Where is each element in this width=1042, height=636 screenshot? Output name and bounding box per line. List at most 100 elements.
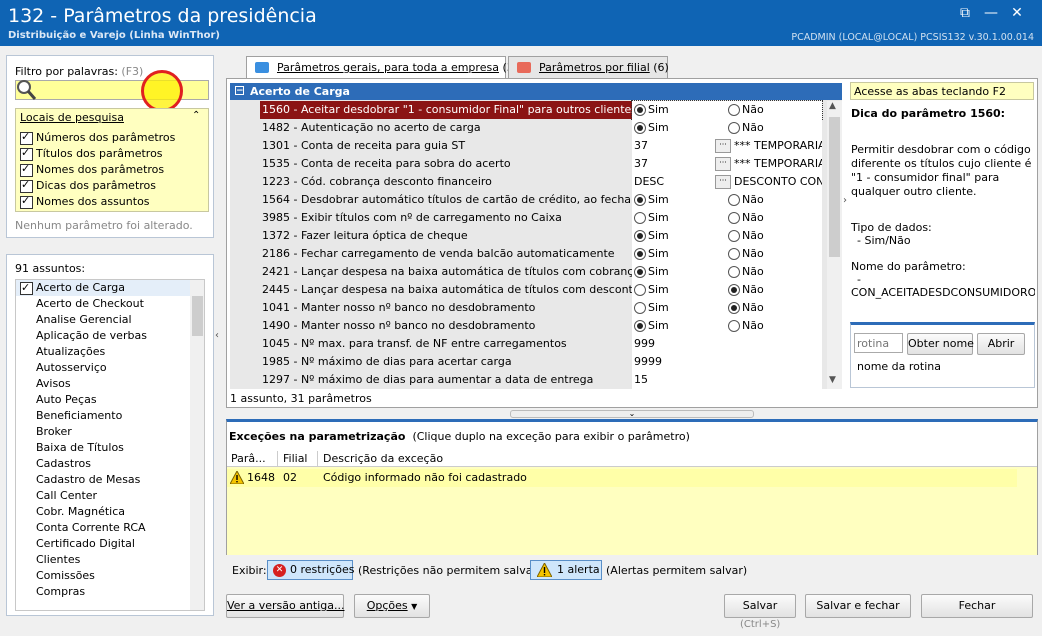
radio-no[interactable]: Não [728, 245, 764, 263]
collapse-group-icon[interactable]: − [235, 86, 244, 96]
table-row[interactable]: 2445 - Lançar despesa na baixa automátic… [230, 281, 830, 299]
parameter-value[interactable]: 15 [632, 371, 822, 389]
radio-no[interactable]: Não [728, 281, 764, 299]
table-row[interactable]: 2186 - Fechar carregamento de venda balc… [230, 245, 830, 263]
subject-item[interactable]: Clientes [16, 552, 204, 568]
radio-no[interactable]: Não [728, 209, 764, 227]
table-row[interactable]: 1490 - Manter nosso nº banco no desdobra… [230, 317, 830, 335]
parameter-name[interactable]: 1490 - Manter nosso nº banco no desdobra… [260, 317, 634, 335]
splitter-bottom-icon[interactable]: ⌄ [510, 410, 754, 418]
subject-item[interactable]: Conta Corrente RCA [16, 520, 204, 536]
scroll-up-icon[interactable]: ▲ [829, 101, 836, 111]
parameter-name[interactable]: 2421 - Lançar despesa na baixa automátic… [260, 263, 634, 281]
subject-item[interactable]: Analise Gerencial [16, 312, 204, 328]
radio-icon[interactable] [634, 320, 646, 332]
parameter-name[interactable]: 1045 - Nº max. para transf. de NF entre … [260, 335, 634, 353]
parameter-value[interactable]: Sim Não [632, 209, 822, 227]
radio-no[interactable]: Não [728, 119, 764, 137]
splitter-right-icon[interactable]: › [843, 195, 849, 235]
radio-icon[interactable] [634, 104, 646, 116]
subject-item[interactable]: Cadastro de Mesas [16, 472, 204, 488]
subject-item[interactable]: Compras [16, 584, 204, 600]
radio-yes[interactable]: Sim [634, 227, 669, 245]
parameter-value[interactable]: Sim Não [632, 191, 822, 209]
radio-icon[interactable] [634, 248, 646, 260]
parameter-name[interactable]: 2445 - Lançar despesa na baixa automátic… [260, 281, 634, 299]
checkbox-icon[interactable] [20, 130, 33, 145]
parameter-value[interactable]: Sim Não [632, 317, 822, 335]
table-row[interactable]: 1297 - Nº máximo de dias para aumentar a… [230, 371, 830, 389]
checkbox-icon[interactable] [20, 280, 33, 296]
radio-yes[interactable]: Sim [634, 281, 669, 299]
location-titles[interactable]: Títulos dos parâmetros [20, 146, 163, 161]
minimize-icon[interactable]: — [980, 4, 1002, 22]
subject-item[interactable]: Call Center [16, 488, 204, 504]
old-version-button[interactable]: Ver a versão antiga... [226, 594, 345, 618]
subjects-list[interactable]: Acerto de Carga Acerto de Checkout Analise… [15, 279, 205, 611]
parameter-name[interactable]: 1482 - Autenticação no acerto de carga [260, 119, 634, 137]
parameter-value[interactable]: 9999 [632, 353, 822, 371]
parameter-value[interactable]: Sim Não [632, 227, 822, 245]
parameter-name[interactable]: 1301 - Conta de receita para guia ST [260, 137, 634, 155]
collapse-icon[interactable]: ⌃ [192, 110, 200, 121]
grid-scrollbar[interactable]: ▲ ▼ [827, 101, 842, 389]
table-row[interactable]: 1535 - Conta de receita para sobra do ac… [230, 155, 830, 173]
table-row[interactable]: 1560 - Aceitar desdobrar "1 - consumidor… [230, 100, 830, 120]
close-button[interactable]: Fechar [921, 594, 1033, 618]
checkbox-icon[interactable] [20, 178, 33, 193]
open-routine-button[interactable]: Abrir [977, 333, 1025, 355]
location-subjects[interactable]: Nomes dos assuntos [20, 194, 150, 209]
radio-icon[interactable] [634, 302, 646, 314]
radio-no[interactable]: Não [728, 317, 764, 335]
subject-item[interactable]: Aplicação de verbas [16, 328, 204, 344]
subject-item[interactable]: Cobr. Magnética [16, 504, 204, 520]
parameter-value[interactable]: Sim Não [632, 281, 822, 299]
subject-item[interactable]: Baixa de Títulos [16, 440, 204, 456]
save-button[interactable]: Salvar [724, 594, 796, 618]
radio-icon[interactable] [728, 284, 740, 296]
subject-item[interactable]: Certificado Digital [16, 536, 204, 552]
parameter-value[interactable]: 37 ··· *** TEMPORARIA [632, 155, 822, 173]
table-row[interactable]: 1223 - Cód. cobrança desconto financeiro… [230, 173, 830, 191]
restore-icon[interactable]: ⧉ [954, 4, 976, 22]
radio-yes[interactable]: Sim [634, 191, 669, 209]
subject-item[interactable]: Comissões [16, 568, 204, 584]
parameter-value[interactable]: 37 ··· *** TEMPORARIA [632, 137, 822, 155]
table-row[interactable]: 1648 02 Código informado não foi cadastr… [227, 469, 1017, 487]
subjects-scrollbar[interactable] [190, 280, 204, 610]
parameter-name[interactable]: 1297 - Nº máximo de dias para aumentar a… [260, 371, 634, 389]
parameter-name[interactable]: 2186 - Fechar carregamento de venda balc… [260, 245, 634, 263]
table-row[interactable]: 1482 - Autenticação no acerto de carga Si… [230, 119, 830, 137]
radio-yes[interactable]: Sim [634, 101, 669, 119]
parameters-grid[interactable]: − Acerto de Carga 1560 - Aceitar desdobr… [230, 83, 842, 389]
radio-icon[interactable] [728, 104, 740, 116]
parameter-value[interactable]: Sim Não [631, 100, 823, 120]
save-close-button[interactable]: Salvar e fechar [805, 594, 911, 618]
routine-input[interactable] [854, 333, 903, 353]
location-names[interactable]: Nomes dos parâmetros [20, 162, 164, 177]
exceptions-table[interactable]: Parâ... Filial Descrição da exceção 1648… [227, 451, 1037, 555]
options-button[interactable]: Opções ▼ [354, 594, 430, 618]
subject-item[interactable]: Autosserviço [16, 360, 204, 376]
radio-icon[interactable] [634, 212, 646, 224]
lookup-button[interactable]: ··· [715, 157, 731, 171]
radio-yes[interactable]: Sim [634, 263, 669, 281]
parameter-name[interactable]: 1223 - Cód. cobrança desconto financeiro [260, 173, 634, 191]
lookup-button[interactable]: ··· [715, 139, 731, 153]
radio-icon[interactable] [728, 248, 740, 260]
tab-branch[interactable]: Parâmetros por filial (6) [508, 56, 669, 78]
radio-yes[interactable]: Sim [634, 209, 669, 227]
table-row[interactable]: 1301 - Conta de receita para guia ST 37 ··… [230, 137, 830, 155]
subject-item[interactable]: Broker [16, 424, 204, 440]
radio-icon[interactable] [634, 284, 646, 296]
table-row[interactable]: 1041 - Manter nosso nº banco no desdobra… [230, 299, 830, 317]
splitter-left-icon[interactable]: ‹ [215, 330, 223, 358]
radio-icon[interactable] [634, 194, 646, 206]
checkbox-icon[interactable] [20, 146, 33, 161]
get-name-button[interactable]: Obter nome [907, 333, 974, 355]
restrictions-button[interactable]: ✕ 0 restrições [267, 560, 354, 580]
radio-icon[interactable] [728, 122, 740, 134]
scroll-down-icon[interactable]: ▼ [829, 375, 836, 385]
parameter-name[interactable]: 3985 - Exibir títulos com nº de carregam… [260, 209, 634, 227]
subject-item[interactable]: Acerto de Checkout [16, 296, 204, 312]
